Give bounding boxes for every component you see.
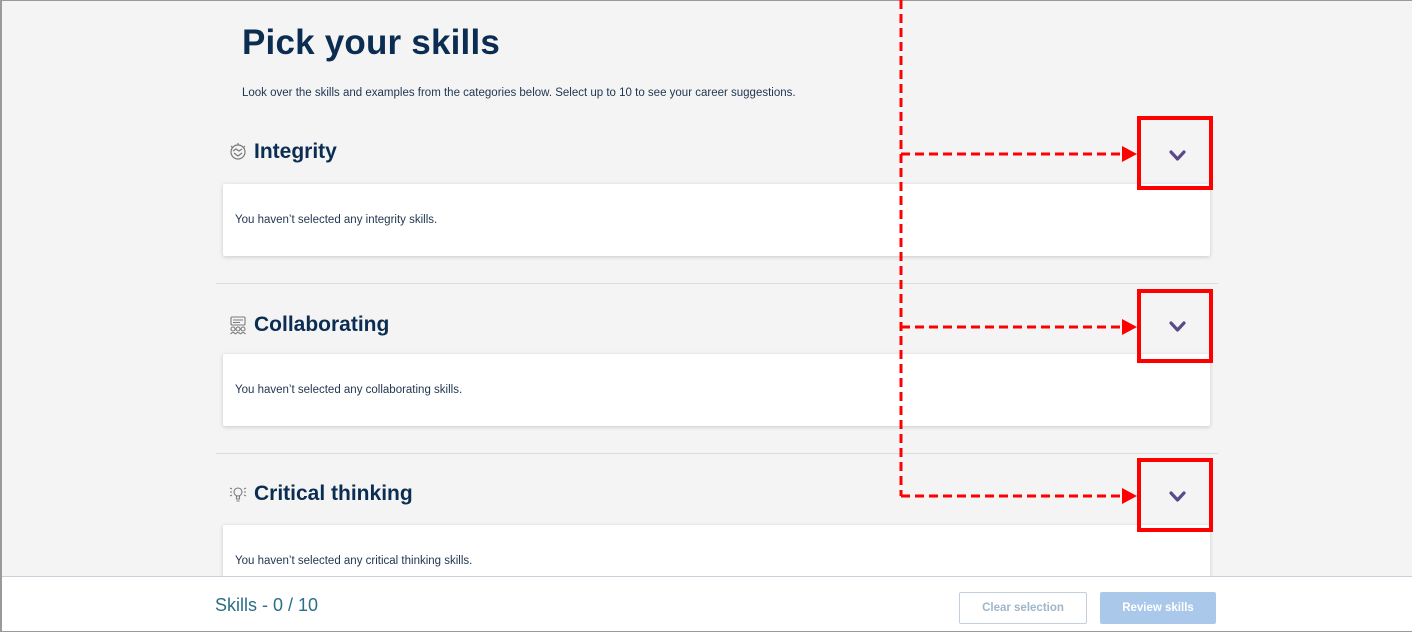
skills-count: Skills - 0 / 10 — [215, 595, 319, 615]
lightbulb-icon — [228, 484, 248, 504]
expand-collaborating-button[interactable] — [1160, 310, 1194, 344]
app-frame: Pick your skills Look over the skills an… — [0, 0, 1412, 632]
section-divider — [216, 283, 1218, 284]
section-title-critical-thinking: Critical thinking — [254, 482, 413, 505]
handshake-icon — [228, 142, 248, 162]
section-divider — [216, 453, 1218, 454]
section-title-collaborating: Collaborating — [254, 313, 390, 336]
skills-footer-bar: Skills - 0 / 10 Clear selection Review s… — [2, 576, 1412, 631]
section-title-integrity: Integrity — [254, 140, 337, 163]
section-header-collaborating: Collaborating — [228, 313, 389, 337]
section-header-critical-thinking: Critical thinking — [228, 482, 413, 506]
critical-thinking-empty-text: You haven’t selected any critical thinki… — [235, 555, 473, 567]
chevron-down-icon — [1168, 491, 1186, 502]
intro-text: Look over the skills and examples from t… — [242, 87, 796, 99]
chevron-down-icon — [1168, 150, 1186, 161]
expand-integrity-button[interactable] — [1160, 139, 1194, 173]
chevron-down-icon — [1168, 321, 1186, 332]
integrity-selected-card: You haven’t selected any integrity skill… — [223, 184, 1210, 256]
collaborating-empty-text: You haven’t selected any collaborating s… — [235, 384, 463, 396]
team-icon — [228, 315, 248, 335]
review-skills-button[interactable]: Review skills — [1100, 592, 1216, 624]
expand-critical-thinking-button[interactable] — [1160, 480, 1194, 514]
clear-selection-button[interactable]: Clear selection — [959, 592, 1087, 624]
integrity-empty-text: You haven’t selected any integrity skill… — [235, 214, 438, 226]
page-title: Pick your skills — [242, 23, 501, 62]
collaborating-selected-card: You haven’t selected any collaborating s… — [223, 354, 1210, 426]
section-header-integrity: Integrity — [228, 140, 337, 164]
